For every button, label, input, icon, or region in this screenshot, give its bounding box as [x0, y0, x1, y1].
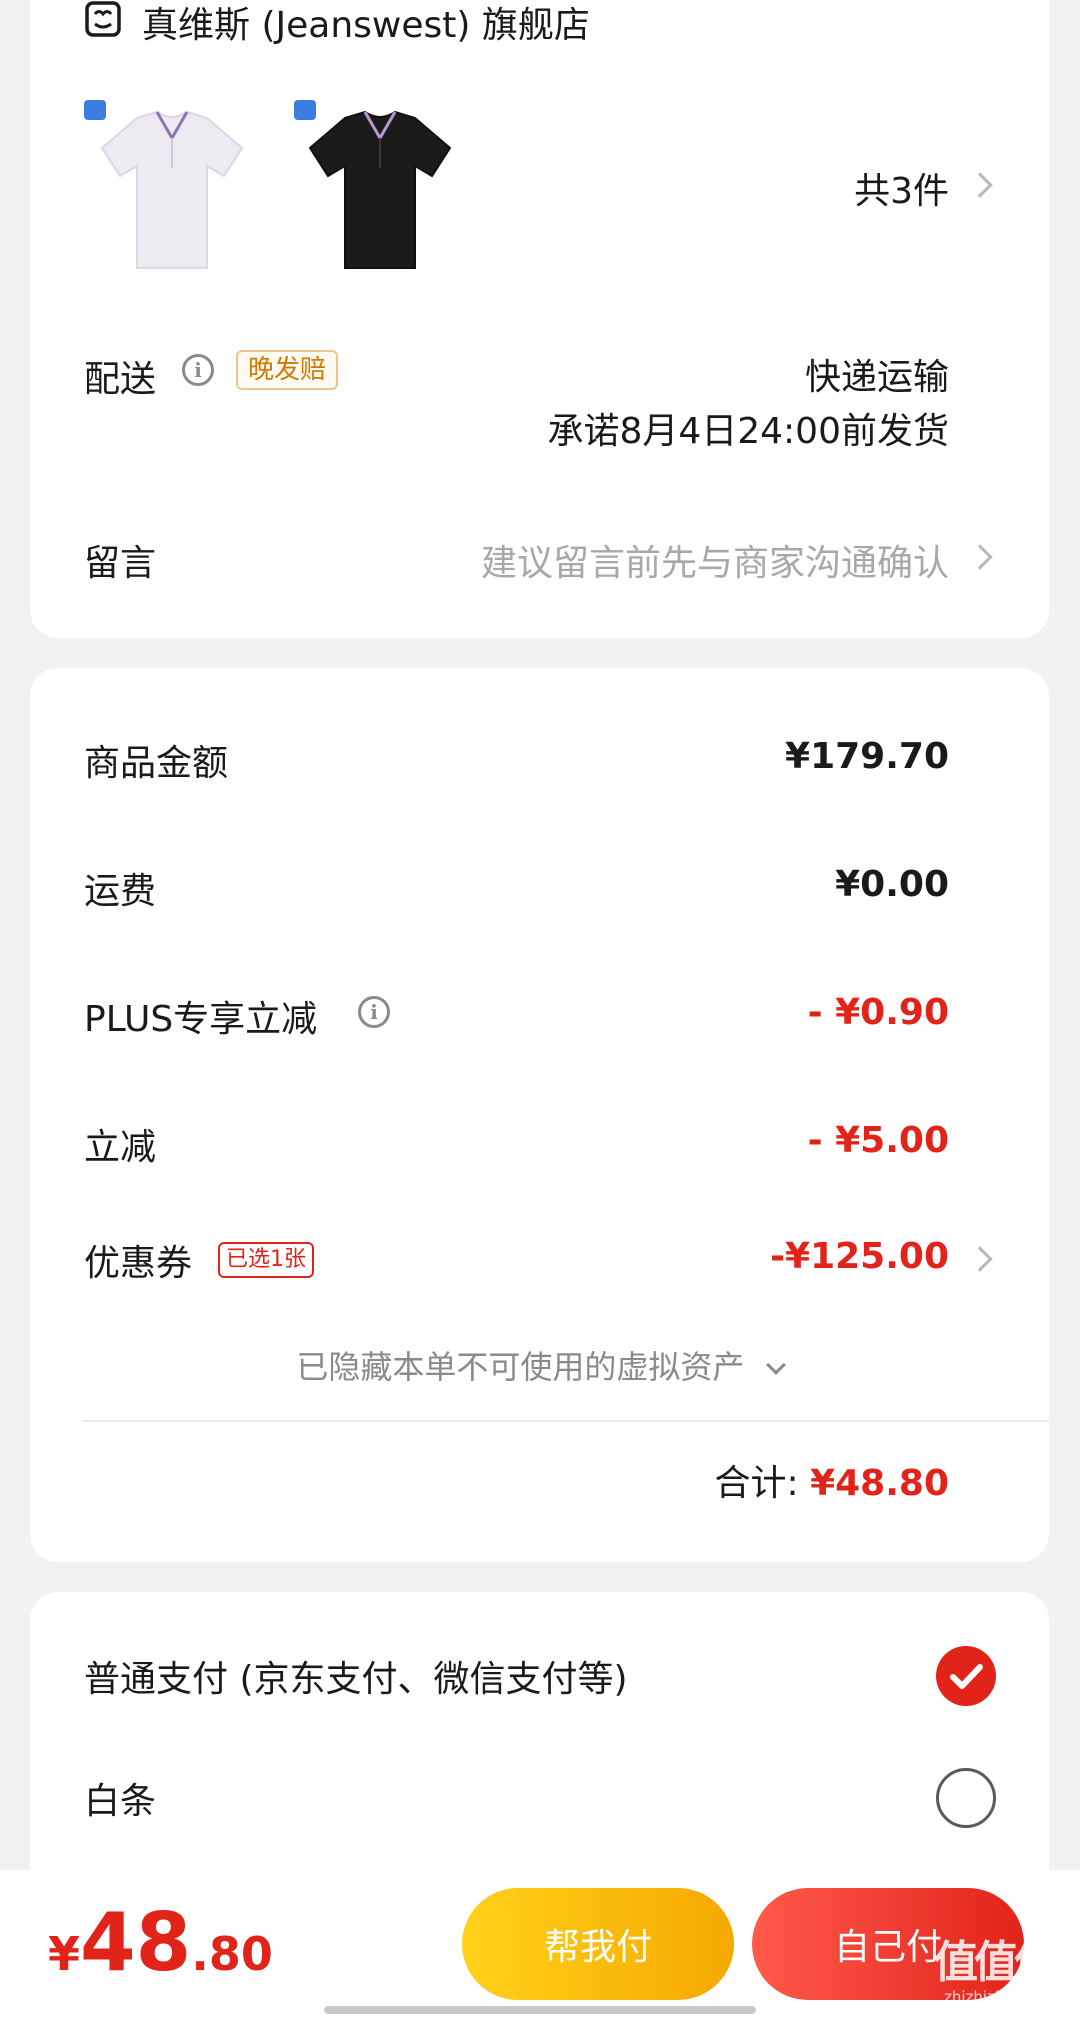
price-integer: 48	[80, 1896, 192, 1989]
chevron-right-icon[interactable]	[967, 172, 993, 198]
watermark-logo: 值值值	[934, 1937, 1058, 1988]
price-summary-card: 商品金额 ¥179.70 运费 ¥0.00 PLUS专享立减 i - ¥0.90…	[30, 668, 1049, 1562]
help-pay-button[interactable]: 帮我付	[462, 1888, 734, 2000]
delivery-method: 快递运输	[804, 357, 949, 398]
message-label: 留言	[84, 543, 157, 584]
chevron-down-icon	[765, 1355, 786, 1375]
chevron-right-icon[interactable]	[967, 1246, 993, 1272]
checkout-bar: ¥48.80 帮我付 自己付 值值值 zhizhizhi.com	[0, 1870, 1080, 2021]
checkmark-selected-icon[interactable]	[936, 1646, 996, 1706]
watermark-text: zhizhizhi.com	[944, 1988, 1046, 2006]
hidden-assets-toggle[interactable]: 已隐藏本单不可使用的虚拟资产	[30, 1342, 1049, 1388]
currency-symbol: ¥	[48, 1927, 81, 1981]
summary-value-plus: - ¥0.90	[807, 992, 949, 1033]
payment-option-normal[interactable]: 普通支付 (京东支付、微信支付等)	[84, 1650, 628, 1702]
summary-label-coupon: 优惠券	[84, 1243, 193, 1284]
delivery-promise: 承诺8月4日24:00前发货	[547, 411, 949, 452]
summary-value-shipping: ¥0.00	[835, 864, 949, 905]
chevron-right-icon[interactable]	[967, 544, 993, 570]
summary-value-coupon[interactable]: -¥125.00	[770, 1236, 949, 1277]
total-value: ¥48.80	[810, 1463, 949, 1504]
coupon-selected-tag: 已选1张	[218, 1242, 314, 1278]
product-image-white-polo[interactable]	[92, 98, 252, 278]
summary-label-shipping: 运费	[84, 871, 157, 912]
hidden-assets-text: 已隐藏本单不可使用的虚拟资产	[296, 1348, 745, 1386]
divider	[82, 1420, 1049, 1422]
late-compensation-tag: 晚发赔	[236, 350, 339, 390]
info-icon[interactable]: i	[358, 996, 390, 1028]
product-image-black-polo[interactable]	[300, 98, 460, 278]
shop-name[interactable]: 真维斯 (Jeanswest) 旗舰店	[142, 0, 590, 48]
message-input[interactable]: 建议留言前先与商家沟通确认	[481, 534, 949, 586]
shop-icon	[84, 0, 122, 38]
delivery-label: 配送	[84, 359, 157, 400]
bottom-price: ¥48.80	[48, 1896, 273, 1989]
summary-label-discount: 立减	[84, 1127, 157, 1168]
radio-unselected-icon[interactable]	[936, 1768, 996, 1828]
summary-label-goods: 商品金额	[84, 743, 229, 784]
summary-value-goods: ¥179.70	[785, 736, 949, 777]
payment-option-baitiao[interactable]: 白条	[84, 1772, 156, 1824]
info-icon[interactable]: i	[182, 354, 214, 386]
summary-value-discount: - ¥5.00	[807, 1120, 949, 1161]
summary-label-plus: PLUS专享立减	[84, 999, 318, 1040]
total-label: 合计:	[714, 1463, 799, 1504]
price-decimal: .80	[191, 1927, 273, 1981]
product-count[interactable]: 共3件	[854, 162, 949, 214]
order-card: 真维斯 (Jeanswest) 旗舰店 共3件 配送 i 晚发赔 快递运输 承诺…	[30, 0, 1049, 638]
home-indicator[interactable]	[324, 2006, 756, 2014]
total-row: 合计: ¥48.80	[714, 1454, 949, 1506]
